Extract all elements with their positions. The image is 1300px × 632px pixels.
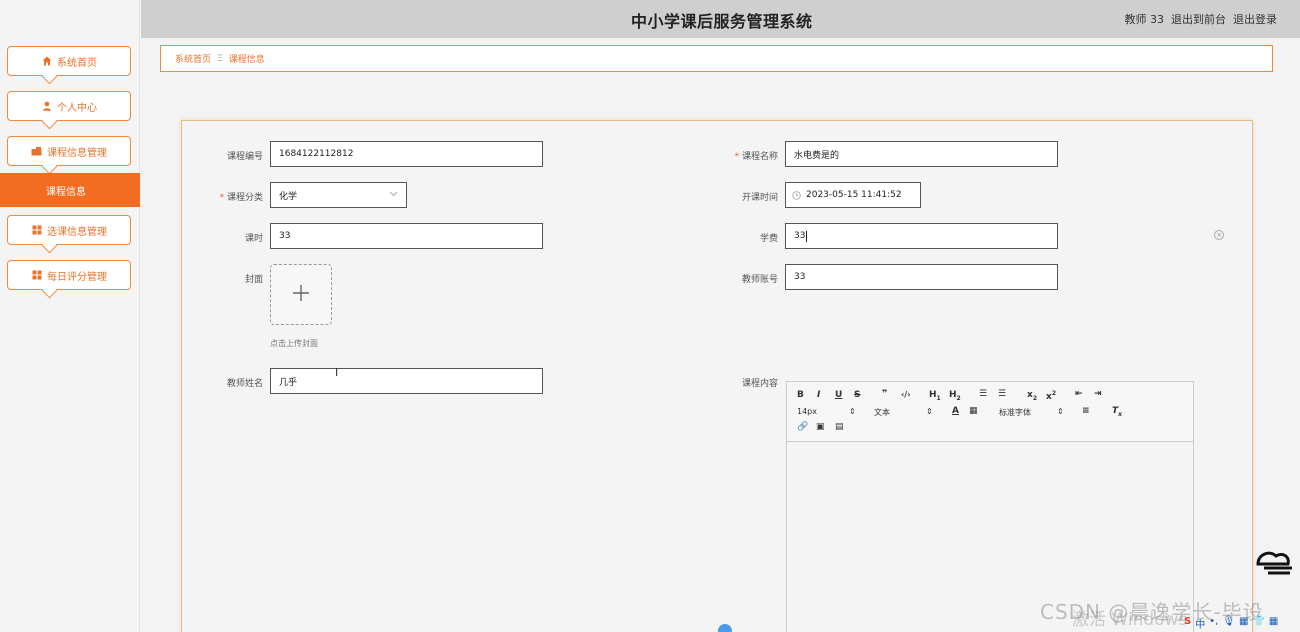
outdent-icon[interactable]: ⇤ xyxy=(1075,389,1083,399)
fee-label: 学费 xyxy=(759,234,778,244)
user-icon xyxy=(41,101,52,111)
italic-icon[interactable]: I xyxy=(817,390,820,400)
fee-input[interactable]: 33 xyxy=(785,223,1058,249)
text-style-select[interactable]: 文本 xyxy=(874,407,890,418)
current-user: 教师 33 xyxy=(1124,13,1165,26)
teacher-account-input[interactable]: 33 xyxy=(785,264,1058,290)
category-label: 课程分类 xyxy=(183,190,263,203)
bold-icon[interactable]: B xyxy=(797,390,804,400)
font-color-icon[interactable]: A xyxy=(952,406,959,416)
system-tray: S 中 •, 🎙 ▦ 👕 ▦ xyxy=(1184,616,1278,632)
image-icon[interactable]: ▣ xyxy=(816,422,825,432)
course-no-label: 课程编号 xyxy=(226,152,263,162)
ime-lang-icon[interactable]: 中 xyxy=(1195,616,1205,632)
clock-icon xyxy=(792,190,801,200)
course-name-input[interactable]: 水电费是的 xyxy=(785,141,1058,167)
cover-upload-button[interactable] xyxy=(270,264,332,325)
text-cursor-icon: I xyxy=(335,366,339,379)
header-user-area: 教师 33 退出到前台 退出登录 xyxy=(1125,11,1278,27)
cursor-indicator xyxy=(718,624,732,632)
front-link[interactable]: 退出到前台 xyxy=(1171,11,1226,27)
content-label: 课程内容 xyxy=(741,379,778,389)
breadcrumb-home[interactable]: 系统首页 xyxy=(175,52,211,65)
sidebar: 系统首页 个人中心 课程信息管理 课程信息 选课信息管理 每日评分管理 xyxy=(0,0,140,632)
top-header: 中小学课后服务管理系统 教师 33 退出到前台 退出登录 xyxy=(141,0,1300,38)
course-no-input[interactable]: 1684122112812 xyxy=(270,141,543,167)
header2-icon[interactable]: H2 xyxy=(949,390,961,402)
home-icon xyxy=(41,56,52,66)
text-caret xyxy=(806,230,808,242)
updown-icon: ⇕ xyxy=(1057,407,1064,416)
cloud-icon xyxy=(1250,544,1294,578)
sidebar-item-course-manage[interactable]: 课程信息管理 xyxy=(7,136,131,166)
grid-icon[interactable]: ▦ xyxy=(1269,616,1278,632)
start-time-picker[interactable]: 2023-05-15 11:41:52 xyxy=(785,182,921,208)
clear-icon[interactable]: × xyxy=(1214,230,1224,240)
sidebar-item-label: 课程信息管理 xyxy=(47,147,107,159)
sidebar-item-selection-manage[interactable]: 选课信息管理 xyxy=(7,215,131,245)
sidebar-item-home[interactable]: 系统首页 xyxy=(7,46,131,76)
system-title: 中小学课后服务管理系统 xyxy=(631,12,813,31)
teacher-account-label: 教师账号 xyxy=(741,275,778,285)
bullet-list-icon[interactable]: ☰ xyxy=(998,389,1006,399)
hours-label: 课时 xyxy=(244,234,263,244)
start-time-value: 2023-05-15 11:41:52 xyxy=(806,190,902,200)
updown-icon: ⇕ xyxy=(849,407,856,416)
cover-label: 封面 xyxy=(244,275,263,285)
editor-toolbar: B I U S ❞ ‹/› H1 H2 ☰ ☰ x2 x2 ⇤ ⇥ 14px ⇕… xyxy=(787,382,1193,442)
logout-link[interactable]: 退出登录 xyxy=(1233,11,1277,27)
start-time-label: 开课时间 xyxy=(741,193,778,203)
sidebar-item-label: 选课信息管理 xyxy=(47,226,107,238)
breadcrumb: 系统首页 Ξ 课程信息 xyxy=(160,45,1273,72)
video-icon[interactable]: ▤ xyxy=(835,422,844,432)
breadcrumb-current: 课程信息 xyxy=(228,55,265,65)
header1-icon[interactable]: H1 xyxy=(929,390,941,402)
sidebar-item-score-manage[interactable]: 每日评分管理 xyxy=(7,260,131,290)
folder-icon xyxy=(31,146,42,156)
superscript-icon[interactable]: x2 xyxy=(1046,390,1056,402)
hours-input[interactable]: 33 xyxy=(270,223,543,249)
sidebar-item-label: 个人中心 xyxy=(57,102,97,114)
updown-icon: ⇕ xyxy=(926,407,933,416)
background-color-icon[interactable]: ▦ xyxy=(969,406,978,416)
keyboard-icon[interactable]: ▦ xyxy=(1239,616,1248,632)
sidebar-item-profile[interactable]: 个人中心 xyxy=(7,91,131,121)
teacher-name-input[interactable]: 几乎 xyxy=(270,368,543,394)
grid-icon xyxy=(31,225,42,235)
clear-format-icon[interactable]: Tx xyxy=(1112,406,1122,418)
cover-upload-tip: 点击上传封面 xyxy=(270,339,318,348)
indent-icon[interactable]: ⇥ xyxy=(1094,389,1102,399)
code-icon[interactable]: ‹/› xyxy=(901,390,911,399)
teacher-name-label: 教师姓名 xyxy=(226,379,263,389)
plus-icon xyxy=(291,283,311,307)
grid-icon xyxy=(31,270,42,280)
font-size-select[interactable]: 14px xyxy=(797,407,817,416)
course-name-label: 课程名称 xyxy=(698,149,778,162)
category-select[interactable]: 化学 xyxy=(270,182,407,208)
subscript-icon[interactable]: x2 xyxy=(1027,390,1037,402)
sidebar-item-label: 系统首页 xyxy=(57,57,97,69)
shirt-icon[interactable]: 👕 xyxy=(1252,616,1264,632)
sidebar-subitem-label: 课程信息 xyxy=(46,186,86,198)
chevron-down-icon xyxy=(389,189,398,201)
align-icon[interactable]: ≡ xyxy=(1082,406,1090,416)
font-family-select[interactable]: 标准字体 xyxy=(999,407,1031,418)
microphone-icon[interactable]: 🎙 xyxy=(1222,616,1235,632)
ordered-list-icon[interactable]: ☰ xyxy=(979,389,987,399)
underline-icon[interactable]: U xyxy=(835,390,842,400)
link-icon[interactable]: 🔗 xyxy=(797,422,808,432)
breadcrumb-separator: Ξ xyxy=(217,53,223,64)
content-editor[interactable]: B I U S ❞ ‹/› H1 H2 ☰ ☰ x2 x2 ⇤ ⇥ 14px ⇕… xyxy=(786,381,1194,632)
quote-icon[interactable]: ❞ xyxy=(882,389,887,399)
ime-icon[interactable]: S xyxy=(1184,616,1191,632)
sidebar-item-label: 每日评分管理 xyxy=(47,271,107,283)
punctuation-icon[interactable]: •, xyxy=(1209,616,1218,632)
sidebar-subitem-course-info[interactable]: 课程信息 xyxy=(0,173,140,207)
fee-value: 33 xyxy=(794,231,806,241)
strike-icon[interactable]: S xyxy=(854,390,860,400)
category-value: 化学 xyxy=(279,191,298,202)
